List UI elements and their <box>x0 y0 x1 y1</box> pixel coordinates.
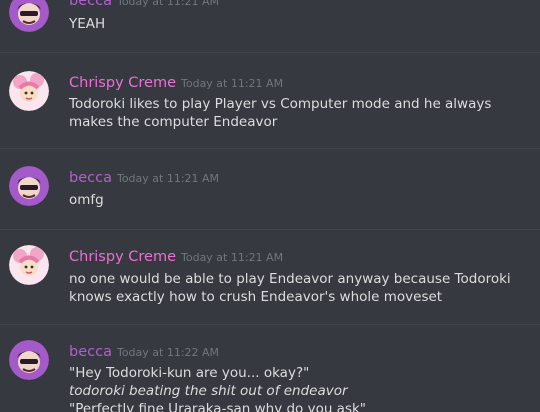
author-name[interactable]: Chrispy Creme <box>69 249 176 265</box>
message-content: no one would be able to play Endeavor an… <box>69 270 534 306</box>
avatar-chrispy-creme[interactable] <box>9 245 49 285</box>
message-line: omfg <box>69 192 104 208</box>
message-header: becca Today at 11:21 AM <box>69 0 219 12</box>
becca-avatar-icon <box>9 340 49 380</box>
message-header: becca Today at 11:22 AM <box>69 341 219 363</box>
chat-messages: becca Today at 11:21 AM YEAH Chrispy Crem… <box>0 0 540 412</box>
timestamp: Today at 11:21 AM <box>181 251 284 264</box>
message-header: Chrispy Creme Today at 11:21 AM <box>69 246 283 268</box>
message-line: no one would be able to play Endeavor an… <box>69 271 511 305</box>
message-line-italic: todoroki beating the shit out of endeavo… <box>69 382 534 400</box>
italic-text: todoroki beating the shit out of endeavo… <box>69 383 348 399</box>
message-content: omfg <box>69 191 534 209</box>
avatar-becca[interactable] <box>9 0 49 32</box>
message-becca-uraraka: becca Today at 11:22 AM "Hey Todoroki-kun… <box>0 325 540 412</box>
message-line: YEAH <box>69 16 106 32</box>
avatar-chrispy-creme[interactable] <box>9 71 49 111</box>
message-chrispy-todoroki: Chrispy Creme Today at 11:21 AM Todoroki … <box>0 53 540 148</box>
message-content: YEAH <box>69 15 534 33</box>
timestamp: Today at 11:22 AM <box>116 346 220 359</box>
message-line: "Perfectly fine Uraraka-san why do you a… <box>69 401 367 412</box>
message-line: "Hey Todoroki-kun are you... okay?" <box>69 365 310 381</box>
chrispy-avatar-icon <box>9 245 49 285</box>
avatar-becca[interactable] <box>9 166 49 206</box>
timestamp: Today at 11:21 AM <box>116 172 220 185</box>
message-becca-omfg: becca Today at 11:21 AM omfg <box>0 149 540 229</box>
avatar-becca[interactable] <box>9 340 49 380</box>
timestamp: Today at 11:21 AM <box>116 0 220 8</box>
author-name[interactable]: becca <box>69 170 112 186</box>
author-name[interactable]: becca <box>69 344 112 360</box>
becca-avatar-icon <box>9 166 49 206</box>
author-name[interactable]: Chrispy Creme <box>69 75 176 91</box>
author-name[interactable]: becca <box>69 0 112 9</box>
message-chrispy-endeavor: Chrispy Creme Today at 11:21 AM no one wo… <box>0 230 540 324</box>
becca-avatar-icon <box>9 0 49 32</box>
message-content: "Hey Todoroki-kun are you... okay?" todo… <box>69 364 534 412</box>
message-header: becca Today at 11:21 AM <box>69 167 219 189</box>
message-becca-yeah: becca Today at 11:21 AM YEAH <box>0 0 540 52</box>
timestamp: Today at 11:21 AM <box>181 77 284 90</box>
chrispy-avatar-icon <box>9 71 49 111</box>
message-line: Todoroki likes to play Player vs Compute… <box>69 96 492 130</box>
message-content: Todoroki likes to play Player vs Compute… <box>69 95 534 131</box>
message-header: Chrispy Creme Today at 11:21 AM <box>69 72 283 94</box>
